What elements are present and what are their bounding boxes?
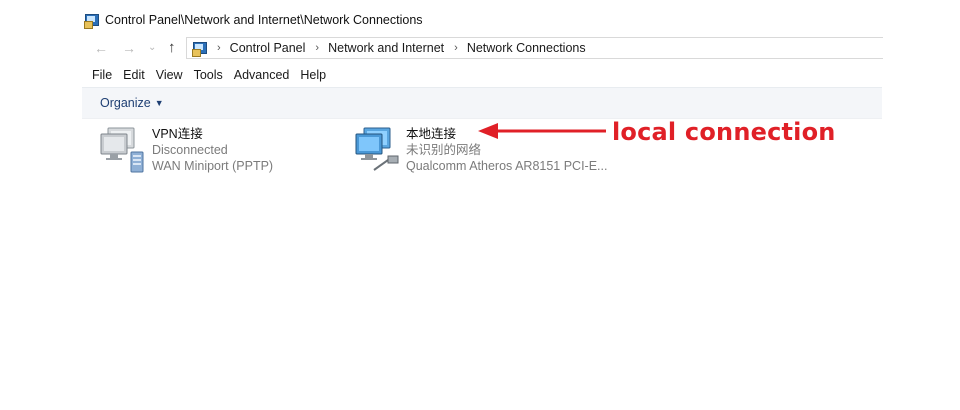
forward-arrow-icon[interactable]: → xyxy=(122,39,136,57)
back-arrow-icon[interactable]: ← xyxy=(94,39,108,57)
connection-status: 未识别的网络 xyxy=(406,143,482,157)
ethernet-connection-icon xyxy=(355,127,399,171)
menu-file[interactable]: File xyxy=(92,68,112,86)
breadcrumb-network-connections[interactable]: Network Connections xyxy=(467,41,586,55)
menu-edit[interactable]: Edit xyxy=(123,68,145,86)
annotation-arrow-icon xyxy=(478,123,606,139)
breadcrumb-separator-icon[interactable]: › xyxy=(217,42,221,54)
menu-bar: File Edit View Tools Advanced Help xyxy=(84,68,329,86)
organize-label: Organize xyxy=(100,96,151,110)
control-panel-icon xyxy=(84,13,99,29)
connection-device: WAN Miniport (PPTP) xyxy=(152,159,274,173)
connection-name: VPN连接 xyxy=(152,127,203,141)
breadcrumb-separator-icon[interactable]: › xyxy=(315,42,319,54)
vpn-connection-item[interactable]: VPN连接 Disconnected WAN Miniport (PPTP) xyxy=(98,124,298,176)
command-bar: Organize ▼ xyxy=(82,87,882,119)
annotation-label: local connection xyxy=(612,118,836,146)
address-bar[interactable]: › Control Panel › Network and Internet ›… xyxy=(186,37,883,59)
breadcrumb-separator-icon[interactable]: › xyxy=(454,42,458,54)
menu-advanced[interactable]: Advanced xyxy=(234,68,290,86)
up-arrow-icon[interactable]: ↑ xyxy=(168,39,176,57)
vpn-connection-icon xyxy=(100,127,144,173)
navigation-bar: ← → ⌄ ↑ › Control Panel › Network and In… xyxy=(84,37,883,59)
menu-view[interactable]: View xyxy=(156,68,183,86)
connection-status: Disconnected xyxy=(152,143,228,157)
address-control-panel-icon xyxy=(192,41,207,57)
menu-tools[interactable]: Tools xyxy=(194,68,223,86)
recent-locations-chevron-icon[interactable]: ⌄ xyxy=(148,39,156,57)
connection-device: Qualcomm Atheros AR8151 PCI-E... xyxy=(406,159,608,173)
organize-button[interactable]: Organize ▼ xyxy=(100,96,164,110)
window-title: Control Panel\Network and Internet\Netwo… xyxy=(105,13,423,27)
menu-help[interactable]: Help xyxy=(300,68,326,86)
breadcrumb-control-panel[interactable]: Control Panel xyxy=(230,41,306,55)
breadcrumb-network-and-internet[interactable]: Network and Internet xyxy=(328,41,444,55)
dropdown-caret-icon: ▼ xyxy=(154,98,164,108)
window-title-bar: Control Panel\Network and Internet\Netwo… xyxy=(84,10,423,30)
